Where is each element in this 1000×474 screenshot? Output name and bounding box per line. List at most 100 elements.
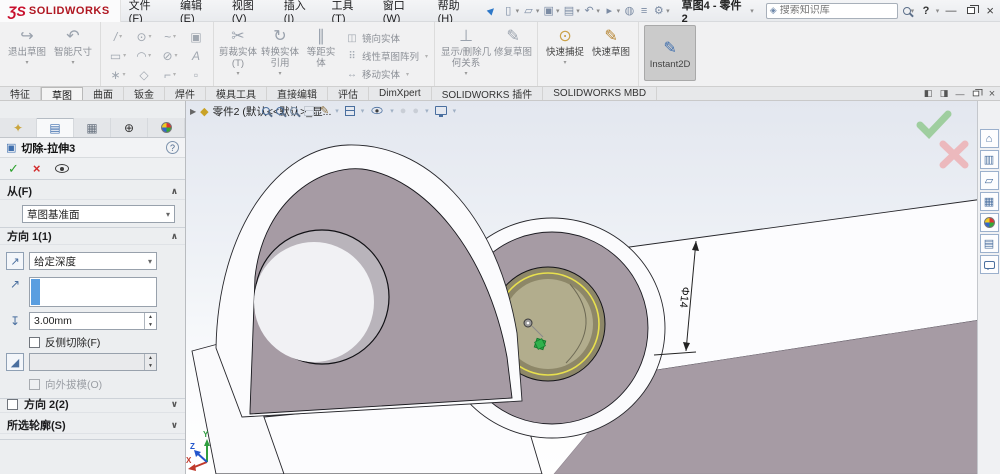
- display-style-eye-icon[interactable]: [371, 106, 383, 115]
- fillet-tool-button[interactable]: ⌐ ▾: [157, 65, 183, 84]
- from-section-header[interactable]: 从(F) ∧: [0, 183, 185, 200]
- tab-solidworks-addins[interactable]: SOLIDWORKS 插件: [432, 87, 544, 101]
- arc-tool-button[interactable]: ◠ ▾: [131, 46, 157, 65]
- print-icon[interactable]: ▤: [562, 4, 577, 17]
- view-settings-monitor-icon[interactable]: [434, 106, 447, 117]
- plane-tool-button[interactable]: ▣: [183, 27, 209, 46]
- tab-weldments[interactable]: 焊件: [165, 87, 206, 101]
- configuration-manager-tab[interactable]: ▦: [74, 118, 111, 137]
- trim-entities-button[interactable]: ✂ 剪裁实体(T) ▾: [219, 25, 257, 77]
- rebuild-icon[interactable]: ◍: [622, 4, 637, 17]
- menu-file[interactable]: 文件(F): [121, 0, 172, 25]
- move-entities-button[interactable]: ↔ 移动实体 ▾: [344, 65, 428, 83]
- doc-minimize-button[interactable]: —: [952, 87, 968, 100]
- tab-solidworks-mbd[interactable]: SOLIDWORKS MBD: [543, 87, 658, 100]
- circle-tool-button[interactable]: ⊙ ▾: [131, 27, 157, 46]
- draft-up-icon[interactable]: ▲: [145, 354, 156, 362]
- edit-appearance-pencil-icon[interactable]: ✎: [320, 104, 329, 117]
- contours-section-header[interactable]: 所选轮廓(S) ∨: [0, 417, 185, 434]
- flip-side-checkbox-row[interactable]: 反侧切除(F): [29, 335, 100, 350]
- next-document-button[interactable]: ◨: [936, 87, 952, 100]
- tab-dimxpert[interactable]: DimXpert: [369, 87, 432, 100]
- dimxpert-manager-tab[interactable]: ⊕: [111, 118, 148, 137]
- depth-up-icon[interactable]: ▲: [145, 313, 156, 321]
- menu-edit[interactable]: 编辑(E): [172, 0, 224, 25]
- tab-direct-editing[interactable]: 直接编辑: [267, 87, 328, 101]
- zoom-to-area-icon[interactable]: [276, 106, 284, 115]
- quick-snaps-caret[interactable]: ▾: [564, 59, 567, 66]
- search-magnifier-icon[interactable]: [902, 6, 911, 15]
- direction2-checkbox[interactable]: [7, 398, 18, 410]
- tab-evaluate[interactable]: 评估: [328, 87, 369, 101]
- draft-down-icon[interactable]: ▼: [145, 362, 156, 370]
- line-tool-button[interactable]: / ▾: [105, 27, 131, 46]
- polygon-tool-button[interactable]: ◇: [131, 65, 157, 84]
- flip-side-checkbox[interactable]: [29, 337, 40, 348]
- preview-eye-button[interactable]: [54, 164, 69, 173]
- tab-sketch[interactable]: 草图: [41, 87, 83, 102]
- knowledge-search-box[interactable]: ◈: [765, 2, 898, 19]
- display-delete-relations-button[interactable]: ⊥ 显示/删除几何关系 ▾: [440, 25, 492, 77]
- convert-entities-button[interactable]: ↻ 转换实体引用 ▾: [259, 25, 301, 77]
- menu-insert[interactable]: 插入(I): [276, 0, 324, 25]
- save-caret[interactable]: ▾: [556, 7, 560, 15]
- close-button[interactable]: ×: [980, 3, 1000, 19]
- feature-help-button[interactable]: ?: [166, 141, 179, 154]
- select-cursor-icon[interactable]: ▸: [602, 4, 617, 17]
- view-orientation-cube-icon[interactable]: [344, 105, 355, 116]
- options-gear-icon[interactable]: ⚙: [651, 4, 666, 17]
- smart-dimension-button[interactable]: ↶ 智能尺寸 ▾: [51, 25, 95, 66]
- tab-surfaces[interactable]: 曲面: [83, 87, 124, 101]
- exit-sketch-button[interactable]: ↪ 退出草图 ▾: [5, 25, 49, 66]
- offset-entities-button[interactable]: ∥ 等距实体: [303, 25, 339, 69]
- reverse-direction-button[interactable]: ↗: [6, 252, 24, 270]
- doc-close-button[interactable]: ×: [984, 87, 1000, 100]
- open-file-caret[interactable]: ▾: [536, 7, 540, 15]
- search-input[interactable]: [779, 5, 894, 16]
- restore-button[interactable]: [961, 3, 981, 19]
- point-tool-button[interactable]: ▫: [183, 65, 209, 84]
- direction1-section-header[interactable]: 方向 1(1) ∧: [0, 228, 185, 245]
- rapid-sketch-button[interactable]: ✎ 快速草图: [589, 25, 633, 58]
- minimize-button[interactable]: —: [941, 3, 961, 19]
- depth-down-icon[interactable]: ▼: [145, 321, 156, 329]
- undo-caret[interactable]: ▾: [596, 7, 600, 15]
- draft-angle-spinner[interactable]: ▲ ▼: [29, 353, 157, 371]
- document-switcher-caret[interactable]: ▾: [750, 7, 754, 15]
- pattern-tool-button[interactable]: ∗ ▾: [105, 65, 131, 84]
- depth-spinner[interactable]: 3.00mm ▲ ▼: [29, 312, 157, 330]
- instant2d-button[interactable]: ✎ Instant2D: [644, 25, 697, 81]
- undo-icon[interactable]: ↶: [582, 4, 597, 17]
- forum-chat-icon[interactable]: [979, 255, 999, 274]
- home-icon[interactable]: ⌂: [979, 129, 999, 148]
- file-properties-icon[interactable]: ≡: [637, 5, 652, 17]
- custom-properties-icon[interactable]: ▤: [979, 234, 999, 253]
- tab-mold-tools[interactable]: 模具工具: [206, 87, 267, 101]
- document-switcher[interactable]: 草图4 - 零件2: [682, 0, 747, 25]
- doc-restore-button[interactable]: [968, 87, 984, 100]
- direction-reference-listbox[interactable]: [29, 277, 157, 307]
- quick-snaps-button[interactable]: ⊙ 快速捕捉 ▾: [543, 25, 587, 66]
- file-explorer-icon[interactable]: ▱: [979, 171, 999, 190]
- end-condition-select[interactable]: 给定深度 ▾: [29, 252, 157, 270]
- draft-button[interactable]: ◢: [6, 353, 24, 371]
- exit-sketch-caret[interactable]: ▾: [25, 59, 28, 66]
- appearance-sphere-icon[interactable]: ●: [400, 105, 407, 117]
- spline-tool-button[interactable]: ~ ▾: [157, 27, 183, 46]
- menu-tools[interactable]: 工具(T): [323, 0, 374, 25]
- linear-sketch-pattern-button[interactable]: ⠿ 线性草图阵列 ▾: [344, 47, 428, 65]
- trim-caret[interactable]: ▾: [236, 70, 239, 77]
- save-icon[interactable]: ▣: [541, 4, 556, 17]
- open-file-icon[interactable]: ▱: [521, 4, 536, 17]
- relations-caret[interactable]: ▾: [465, 70, 468, 77]
- pin-menu-icon[interactable]: ▶: [485, 4, 498, 17]
- help-button[interactable]: ?: [916, 3, 936, 19]
- direction2-section-header[interactable]: 方向 2(2) ∨: [0, 396, 185, 413]
- display-manager-tab[interactable]: [148, 118, 185, 137]
- tree-expand-arrow-icon[interactable]: ▶: [190, 107, 196, 116]
- new-file-icon[interactable]: ▯: [501, 4, 516, 17]
- options-caret[interactable]: ▾: [666, 7, 670, 15]
- menu-help[interactable]: 帮助(H): [430, 0, 482, 25]
- new-file-caret[interactable]: ▾: [516, 7, 520, 15]
- cancel-button[interactable]: ×: [33, 161, 41, 176]
